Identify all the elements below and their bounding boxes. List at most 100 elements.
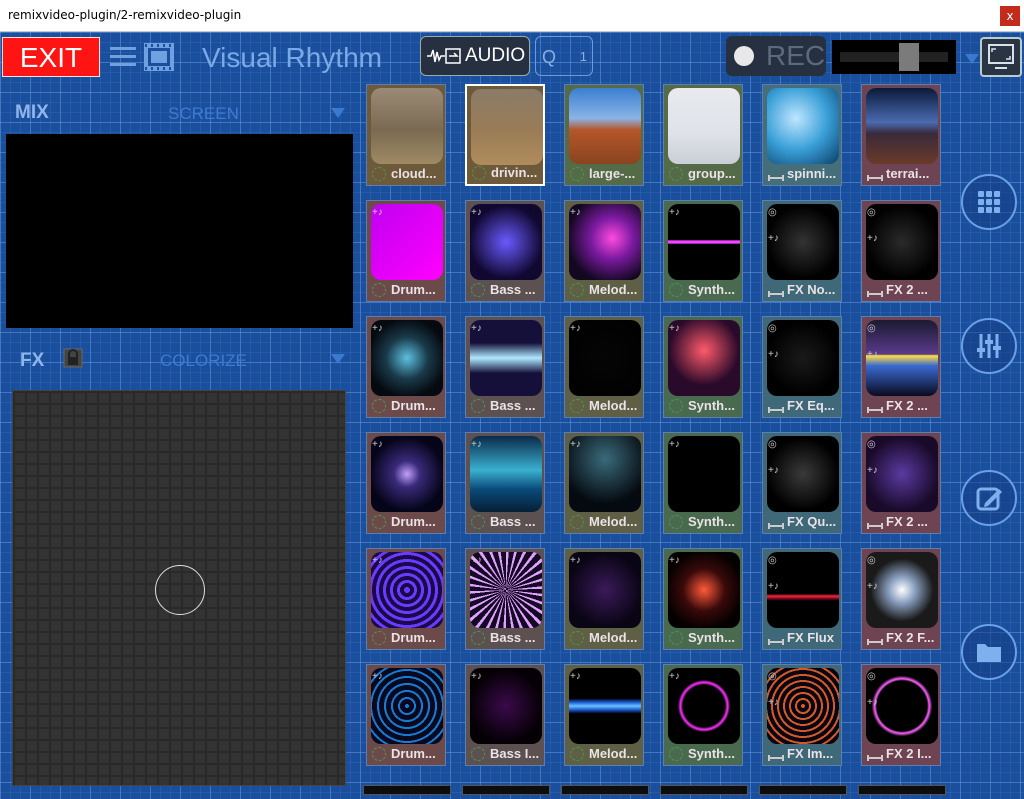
mixer-button[interactable] xyxy=(961,318,1017,374)
clip-cell[interactable]: +♪ Bass ... xyxy=(465,548,545,650)
trigger-dot-icon xyxy=(570,515,584,529)
clip-cell[interactable]: ◎ +♪ FX 2 ... xyxy=(861,316,941,418)
rec-level-slider[interactable] xyxy=(832,40,956,74)
clip-cell[interactable]: +♪ Melod... xyxy=(564,316,644,418)
fx-mode-icon: ◎ xyxy=(867,207,876,218)
clip-cell[interactable]: +♪ Bass ... xyxy=(465,200,545,302)
trigger-dot-icon xyxy=(669,631,683,645)
music-note-icon: +♪ xyxy=(471,671,482,682)
clip-cell[interactable]: large-... xyxy=(564,84,644,186)
fx-link-icon xyxy=(867,523,883,529)
clip-cell[interactable]: +♪ Drum... xyxy=(366,316,446,418)
xy-pad-cursor[interactable] xyxy=(155,565,205,615)
clip-cell[interactable]: +♪ Synth... xyxy=(663,316,743,418)
music-note-icon: +♪ xyxy=(570,323,581,334)
clip-cell[interactable]: ◎ +♪ FX 2 I... xyxy=(861,664,941,766)
clip-cell[interactable]: cloud... xyxy=(366,84,446,186)
clip-cell[interactable]: ◎ +♪ FX Im... xyxy=(762,664,842,766)
music-note-icon: +♪ xyxy=(669,323,680,334)
music-note-icon: +♪ xyxy=(372,555,383,566)
clip-cell[interactable]: ◎ +♪ FX Eq... xyxy=(762,316,842,418)
music-note-icon: +♪ xyxy=(669,207,680,218)
edit-button[interactable] xyxy=(961,470,1017,526)
clip-cell[interactable]: ◎ +♪ FX Qu... xyxy=(762,432,842,534)
music-note-icon: +♪ xyxy=(471,323,482,334)
clip-thumbnail xyxy=(569,88,641,164)
trigger-dot-icon xyxy=(570,283,584,297)
clip-cell[interactable]: +♪ Bass I... xyxy=(465,664,545,766)
clip-cell[interactable]: ◎ +♪ FX 2 ... xyxy=(861,432,941,534)
clip-cell[interactable]: +♪ Bass ... xyxy=(465,316,545,418)
screen-chevron-down-icon[interactable] xyxy=(331,108,345,118)
quantize-label: Q xyxy=(542,47,557,67)
column-level-bar xyxy=(858,785,946,795)
clip-cell[interactable]: +♪ Melod... xyxy=(564,548,644,650)
grid-view-button[interactable] xyxy=(961,174,1017,230)
clip-cell[interactable]: drivin... xyxy=(465,84,545,186)
clip-cell[interactable]: group... xyxy=(663,84,743,186)
trigger-dot-icon xyxy=(471,515,485,529)
clip-cell[interactable]: +♪ Melod... xyxy=(564,200,644,302)
music-note-icon: +♪ xyxy=(570,207,581,218)
clip-cell[interactable]: ◎ +♪ FX No... xyxy=(762,200,842,302)
mix-label: MIX xyxy=(15,102,49,123)
mix-preview-screen xyxy=(6,134,353,328)
trigger-dot-icon xyxy=(472,166,486,180)
fx-mode-icon: ◎ xyxy=(768,671,777,682)
slider-thumb[interactable] xyxy=(898,43,919,71)
quantize-value: 1 xyxy=(579,49,587,64)
music-note-icon: +♪ xyxy=(867,697,878,708)
exit-button[interactable]: EXIT xyxy=(2,37,100,77)
clip-cell[interactable]: +♪ Drum... xyxy=(366,664,446,766)
fx-mode-icon: ◎ xyxy=(867,671,876,682)
trigger-dot-icon xyxy=(372,631,386,645)
clip-cell[interactable]: +♪ Synth... xyxy=(663,548,743,650)
fx-mode-icon: ◎ xyxy=(867,323,876,334)
clip-cell[interactable]: +♪ Bass ... xyxy=(465,432,545,534)
music-note-icon: +♪ xyxy=(471,555,482,566)
screen-dropdown[interactable]: SCREEN xyxy=(168,104,239,124)
quantize-field[interactable]: Q 1 xyxy=(535,36,593,76)
trigger-dot-icon xyxy=(372,167,386,181)
clip-cell[interactable]: ◎ +♪ FX Flux xyxy=(762,548,842,650)
trigger-dot-icon xyxy=(570,399,584,413)
app-title: Visual Rhythm xyxy=(202,42,383,73)
clip-cell[interactable]: +♪ Synth... xyxy=(663,664,743,766)
clip-thumbnail xyxy=(471,89,543,165)
trigger-dot-icon xyxy=(570,631,584,645)
clip-cell[interactable]: +♪ Synth... xyxy=(663,200,743,302)
fx-mode-icon: ◎ xyxy=(768,207,777,218)
clip-cell[interactable]: +♪ Synth... xyxy=(663,432,743,534)
music-note-icon: +♪ xyxy=(669,555,680,566)
music-note-icon: +♪ xyxy=(372,207,383,218)
music-note-icon: +♪ xyxy=(570,671,581,682)
menu-icon[interactable] xyxy=(110,46,136,68)
clip-cell[interactable]: terrai... xyxy=(861,84,941,186)
clip-cell[interactable]: +♪ Melod... xyxy=(564,664,644,766)
rec-button[interactable]: REC xyxy=(726,36,826,76)
clip-cell[interactable]: +♪ Drum... xyxy=(366,548,446,650)
fx-mode-icon: ◎ xyxy=(768,555,777,566)
clip-thumbnail xyxy=(371,88,443,164)
folder-button[interactable] xyxy=(961,624,1017,680)
fx-link-icon xyxy=(867,407,883,413)
fx-effect-dropdown[interactable]: COLORIZE xyxy=(160,351,247,371)
clip-cell[interactable]: +♪ Melod... xyxy=(564,432,644,534)
film-icon[interactable] xyxy=(143,42,175,72)
audio-button[interactable]: AUDIO xyxy=(420,36,530,76)
clip-cell[interactable]: +♪ Drum... xyxy=(366,200,446,302)
fx-xy-pad[interactable] xyxy=(12,390,346,786)
chevron-down-icon[interactable] xyxy=(965,54,979,64)
music-note-icon: +♪ xyxy=(768,465,779,476)
music-note-icon: +♪ xyxy=(372,323,383,334)
fx-link-icon xyxy=(768,755,784,761)
fullscreen-button[interactable] xyxy=(980,37,1022,77)
clip-cell[interactable]: +♪ Drum... xyxy=(366,432,446,534)
window-close-button[interactable]: x xyxy=(1000,6,1020,26)
clip-thumbnail xyxy=(668,88,740,164)
fx-chevron-down-icon[interactable] xyxy=(331,354,345,364)
clip-cell[interactable]: spinni... xyxy=(762,84,842,186)
clip-cell[interactable]: ◎ +♪ FX 2 ... xyxy=(861,200,941,302)
clip-cell[interactable]: ◎ +♪ FX 2 F... xyxy=(861,548,941,650)
lock-icon[interactable] xyxy=(63,348,83,368)
